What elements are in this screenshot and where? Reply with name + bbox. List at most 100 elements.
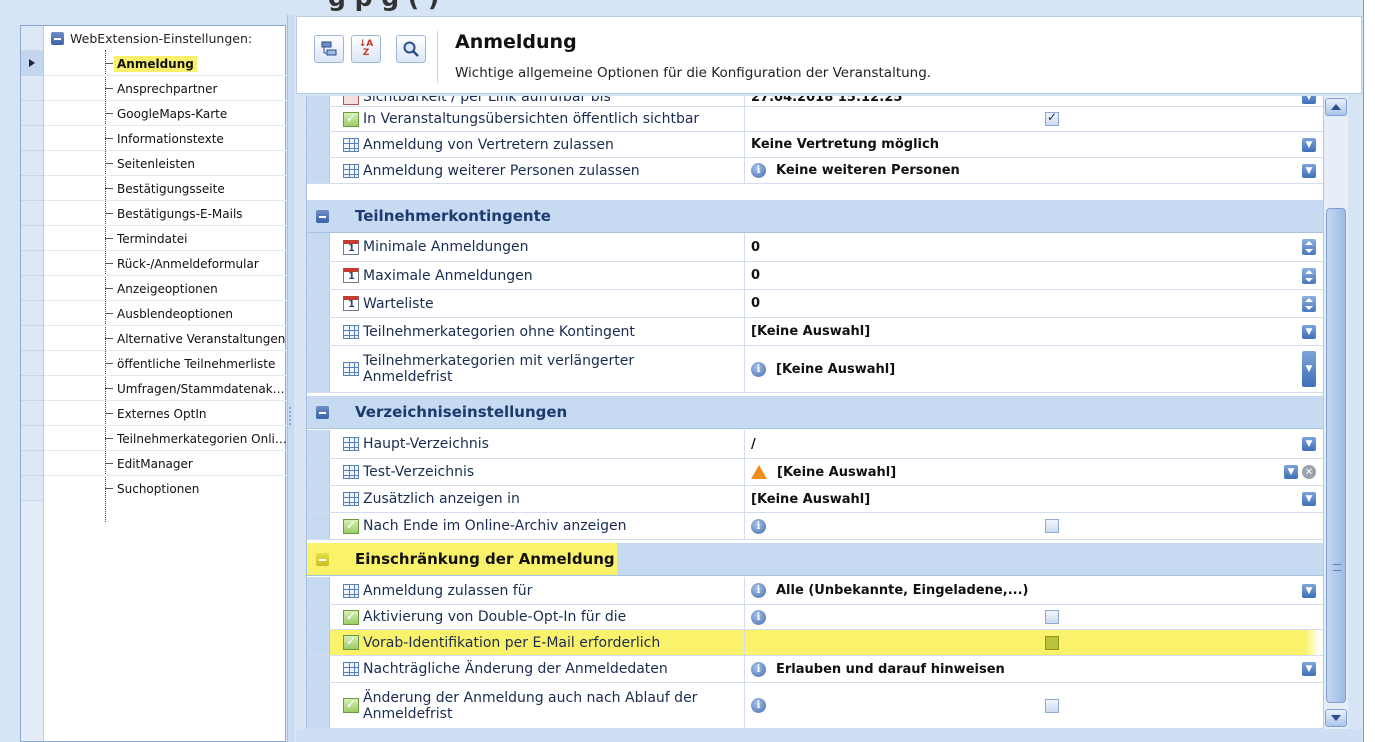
dropdown-arrow-icon[interactable]: ▼ <box>1302 351 1316 387</box>
property-row-warteliste[interactable]: Warteliste 0 <box>307 290 1323 318</box>
property-value[interactable]: [Keine Auswahl] ▼ <box>745 486 1323 512</box>
property-value[interactable]: i <box>745 683 1323 728</box>
tree-item-rueck-anmeldeformular[interactable]: Rück-/Anmeldeformular <box>44 251 287 276</box>
property-row-online-archiv[interactable]: Nach Ende im Online-Archiv anzeigen i <box>307 513 1323 540</box>
property-row-aenderung-nach-ablauf[interactable]: Änderung der Anmeldung auch nach Ablauf … <box>307 683 1323 729</box>
property-value[interactable]: i <box>745 513 1323 539</box>
dropdown-arrow-icon[interactable]: ▼ <box>1302 437 1316 451</box>
collapse-icon[interactable] <box>316 210 329 223</box>
header-separator <box>437 31 438 83</box>
tree-item-teilnehmerkategorien[interactable]: Teilnehmerkategorien Onli… <box>44 426 287 451</box>
property-row-vorab-identifikation[interactable]: Vorab-Identifikation per E-Mail erforder… <box>307 630 1323 656</box>
dropdown-arrow-icon[interactable]: ▼ <box>1302 492 1316 506</box>
property-row-sichtbarkeit[interactable]: Sichtbarkeit / per Link aufrufbar bis 27… <box>307 96 1323 107</box>
scroll-thumb[interactable] <box>1326 208 1346 703</box>
checkbox-checked[interactable] <box>1045 110 1059 126</box>
tree-item-termindatei[interactable]: Termindatei <box>44 226 287 251</box>
tree-root-label: WebExtension-Einstellungen: <box>70 30 253 46</box>
property-row-ohne-kontingent[interactable]: Teilnehmerkategorien ohne Kontingent [Ke… <box>307 318 1323 346</box>
panel-splitter[interactable] <box>287 15 294 742</box>
alphabetical-sort-button[interactable]: ↓A Z <box>351 35 381 63</box>
property-row-double-opt-in[interactable]: Aktivierung von Double-Opt-In für die i <box>307 605 1323 630</box>
tree-item-bestaetigungs-e-mails[interactable]: Bestätigungs-E-Mails <box>44 201 287 226</box>
property-value[interactable]: [Keine Auswahl] ▼ ✕ <box>745 459 1323 485</box>
vertical-scrollbar[interactable] <box>1323 96 1348 729</box>
property-value[interactable]: 0 <box>745 290 1323 317</box>
info-icon[interactable]: i <box>751 518 766 534</box>
info-icon[interactable]: i <box>751 698 766 713</box>
scroll-up-icon[interactable] <box>1325 98 1347 116</box>
search-button[interactable] <box>396 35 426 63</box>
category-einschraenkung-der-anmeldung[interactable]: Einschränkung der Anmeldung <box>307 543 1323 576</box>
property-value[interactable]: 0 <box>745 233 1323 261</box>
property-value[interactable]: / ▼ <box>745 430 1323 458</box>
property-value[interactable]: Keine Vertretung möglich ▼ <box>745 132 1323 157</box>
info-icon[interactable]: i <box>751 163 766 178</box>
spin-button[interactable] <box>1302 239 1316 255</box>
property-label: Haupt-Verzeichnis <box>363 436 489 452</box>
dropdown-arrow-icon[interactable]: ▼ <box>1302 324 1316 339</box>
dropdown-arrow-icon[interactable]: ▼ <box>1302 163 1316 178</box>
property-value[interactable]: i [Keine Auswahl] ▼ <box>745 346 1323 392</box>
property-value[interactable]: 27.04.2018 15:12:25 ▼ <box>745 96 1323 106</box>
checkbox-unchecked[interactable] <box>1045 610 1059 624</box>
checkbox-unchecked[interactable] <box>1045 635 1059 650</box>
dropdown-arrow-icon[interactable]: ▼ <box>1302 583 1316 598</box>
tree-item-ansprechpartner[interactable]: Ansprechpartner <box>44 76 287 101</box>
spin-button[interactable] <box>1302 267 1316 284</box>
property-value[interactable]: i Keine weiteren Personen ▼ <box>745 158 1323 183</box>
property-value[interactable]: i Erlauben und darauf hinweisen ▼ <box>745 656 1323 682</box>
property-value[interactable]: [Keine Auswahl] ▼ <box>745 318 1323 345</box>
property-value[interactable]: 0 <box>745 262 1323 289</box>
property-row-anmeldung-zulassen-fuer[interactable]: Anmeldung zulassen für i Alle (Unbekannte… <box>307 577 1323 605</box>
info-icon[interactable]: i <box>751 609 766 625</box>
dropdown-arrow-icon[interactable]: ▼ <box>1302 96 1316 104</box>
tree-item-ausblendeoptionen[interactable]: Ausblendeoptionen <box>44 301 287 326</box>
tree-item-umfragen[interactable]: Umfragen/Stammdatenak… <box>44 376 287 401</box>
property-row-haupt-verzeichnis[interactable]: Haupt-Verzeichnis / ▼ <box>307 430 1323 459</box>
info-icon[interactable]: i <box>751 583 766 598</box>
category-verzeichniseinstellungen[interactable]: Verzeichniseinstellungen <box>307 396 1323 429</box>
tree-item-editmanager[interactable]: EditManager <box>44 451 287 476</box>
tree-item-anzeigeoptionen[interactable]: Anzeigeoptionen <box>44 276 287 301</box>
tree-item-suchoptionen[interactable]: Suchoptionen <box>105 476 287 501</box>
tree-item-externes-optin[interactable]: Externes OptIn <box>44 401 287 426</box>
collapse-icon[interactable] <box>316 553 329 566</box>
clear-icon[interactable]: ✕ <box>1302 465 1316 479</box>
property-value[interactable] <box>745 630 1323 655</box>
collapse-icon[interactable] <box>316 406 329 419</box>
dropdown-arrow-icon[interactable]: ▼ <box>1284 465 1298 479</box>
property-value[interactable]: i Alle (Unbekannte, Eingeladene,...) ▼ <box>745 577 1323 604</box>
property-row-test-verzeichnis[interactable]: Test-Verzeichnis [Keine Auswahl] ▼ ✕ <box>307 459 1323 486</box>
tree-item-seitenleisten[interactable]: Seitenleisten <box>44 151 287 176</box>
tree-item-anmeldung[interactable]: Anmeldung <box>44 51 287 76</box>
property-row-verlaengerte-anmeldefrist[interactable]: Teilnehmerkategorien mit verlängerter An… <box>307 346 1323 393</box>
scroll-down-icon[interactable] <box>1325 709 1347 727</box>
info-icon[interactable]: i <box>751 361 766 377</box>
property-value[interactable] <box>745 107 1323 131</box>
spin-button[interactable] <box>1302 295 1316 312</box>
checkbox-unchecked[interactable] <box>1045 698 1059 713</box>
dropdown-arrow-icon[interactable]: ▼ <box>1302 662 1316 676</box>
property-row-maximale-anmeldungen[interactable]: Maximale Anmeldungen 0 <box>307 262 1323 290</box>
dropdown-arrow-icon[interactable]: ▼ <box>1302 137 1316 152</box>
property-row-zusaetzlich-anzeigen[interactable]: Zusätzlich anzeigen in [Keine Auswahl] ▼ <box>307 486 1323 513</box>
tree-root[interactable]: WebExtension-Einstellungen: <box>51 29 252 47</box>
property-row-weitere-personen[interactable]: Anmeldung weiterer Personen zulassen i Ke… <box>307 158 1323 184</box>
tree-item-oeffentliche-teilnehmerliste[interactable]: öffentliche Teilnehmerliste <box>44 351 287 376</box>
property-row-oeffentlich-sichtbar[interactable]: In Veranstaltungsübersichten öffentlich … <box>307 107 1323 132</box>
collapse-icon[interactable] <box>51 31 64 45</box>
tree-item-googlemaps-karte[interactable]: GoogleMaps-Karte <box>44 101 287 126</box>
checkbox-unchecked[interactable] <box>1045 519 1059 533</box>
property-value[interactable]: i <box>745 605 1323 629</box>
calendar-number-icon <box>343 268 359 283</box>
tree-item-alternative-veranstaltungen[interactable]: Alternative Veranstaltungen <box>44 326 287 351</box>
property-row-nachtraegliche-aenderung[interactable]: Nachträgliche Änderung der Anmeldedaten … <box>307 656 1323 683</box>
property-row-vertreter[interactable]: Anmeldung von Vertretern zulassen Keine … <box>307 132 1323 158</box>
property-row-minimale-anmeldungen[interactable]: Minimale Anmeldungen 0 <box>307 233 1323 262</box>
categorized-view-button[interactable] <box>314 35 344 63</box>
category-teilnehmerkontingente[interactable]: Teilnehmerkontingente <box>307 200 1323 233</box>
tree-item-informationstexte[interactable]: Informationstexte <box>44 126 287 151</box>
tree-item-bestaetigungsseite[interactable]: Bestätigungsseite <box>44 176 287 201</box>
info-icon[interactable]: i <box>751 661 766 677</box>
